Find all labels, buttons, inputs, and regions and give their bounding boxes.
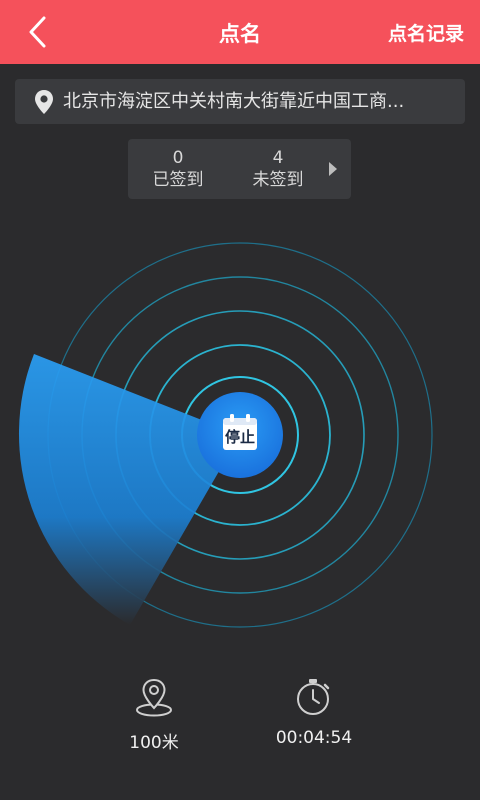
radar-sweep	[18, 354, 241, 625]
location-pin-icon	[35, 90, 53, 114]
elapsed-time-info: 00:04:54	[254, 676, 374, 748]
signed-label: 已签到	[152, 170, 204, 190]
distance-info: 100米	[94, 676, 214, 753]
stop-button[interactable]: 停止	[197, 392, 283, 478]
location-bar[interactable]: 北京市海淀区中关村南大街靠近中国工商...	[15, 79, 465, 124]
unsigned-label: 未签到	[252, 170, 304, 190]
attendance-stats[interactable]: 0 已签到 4 未签到	[128, 139, 351, 199]
back-arrow-icon[interactable]	[22, 14, 58, 50]
stop-label: 停止	[224, 428, 255, 446]
location-address: 北京市海淀区中关村南大街靠近中国工商...	[63, 91, 405, 112]
elapsed-time-value: 00:04:54	[275, 728, 353, 748]
rollcall-records-button[interactable]: 点名记录	[388, 19, 464, 46]
signed-count: 0	[172, 148, 184, 168]
distance-value: 100米	[129, 733, 179, 753]
unsigned-stat: 4 未签到	[238, 147, 318, 191]
stopwatch-icon	[297, 679, 330, 715]
map-pin-distance-icon	[136, 678, 172, 717]
chevron-right-icon[interactable]	[329, 162, 337, 176]
signed-stat: 0 已签到	[138, 147, 218, 191]
unsigned-count: 4	[272, 148, 284, 168]
top-bar: 点名 点名记录	[0, 0, 480, 64]
